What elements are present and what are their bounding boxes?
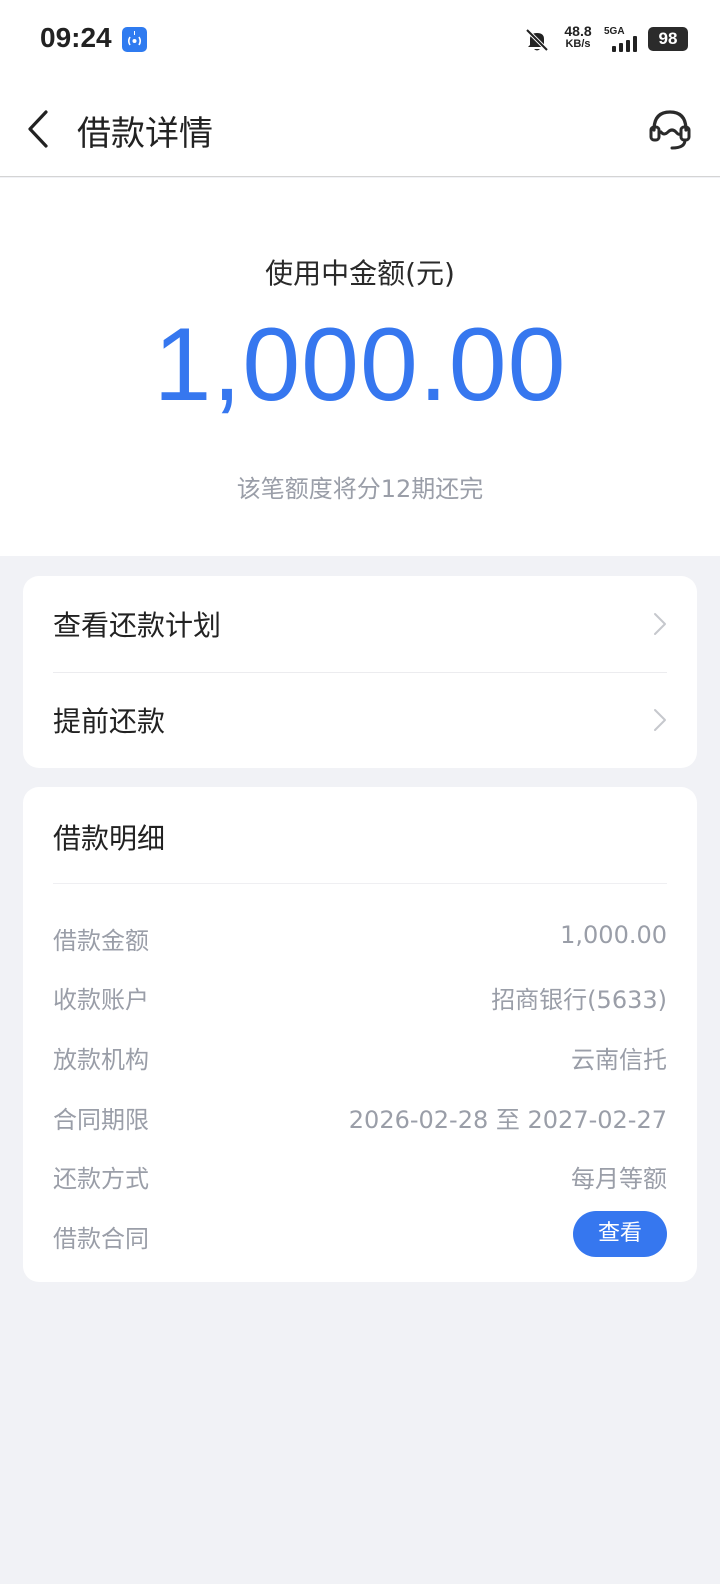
amount-value: 1,000.00 — [153, 307, 567, 423]
chevron-left-icon[interactable] — [24, 108, 52, 150]
amount-summary: 使用中金额(元) 1,000.00 该笔额度将分12期还完 — [0, 178, 720, 556]
loan-details-title: 借款明细 — [53, 822, 166, 855]
installment-note: 该笔额度将分12期还完 — [236, 475, 484, 503]
battery-indicator: 98 — [648, 27, 688, 51]
detail-row-repayment-method: 还款方式 每月等额 — [53, 1153, 667, 1193]
repayment-plan-row[interactable]: 查看还款计划 — [53, 576, 667, 672]
detail-key: 借款金额 — [53, 927, 149, 955]
divider — [53, 883, 667, 884]
network-type-label: 5GA — [604, 26, 625, 37]
amount-label: 使用中金额(元) — [265, 257, 455, 290]
headset-icon[interactable] — [648, 106, 692, 152]
detail-value: 每月等额 — [571, 1165, 667, 1193]
early-repayment-label: 提前还款 — [53, 705, 166, 738]
page-title: 借款详情 — [77, 114, 213, 154]
detail-row-contract-term: 合同期限 2026-02-28 至 2027-02-27 — [53, 1094, 667, 1134]
chevron-right-icon — [653, 612, 667, 636]
detail-key: 借款合同 — [53, 1225, 149, 1253]
view-contract-button[interactable]: 查看 — [573, 1211, 667, 1257]
detail-row-loan-contract: 借款合同 查看 — [53, 1211, 667, 1257]
detail-row-lender: 放款机构 云南信托 — [53, 1034, 667, 1074]
detail-value: 招商银行(5633) — [491, 986, 667, 1014]
status-bar: 09:24 48.8 KB/s 5GA 98 — [0, 0, 720, 80]
app-header: 借款详情 — [0, 80, 720, 177]
bell-muted-icon — [524, 27, 550, 53]
network-speed-unit: KB/s — [565, 38, 591, 50]
detail-key: 放款机构 — [53, 1046, 149, 1074]
status-time: 09:24 — [40, 22, 112, 53]
chevron-right-icon — [653, 708, 667, 732]
network-speed: 48.8 KB/s — [558, 23, 598, 51]
early-repayment-row[interactable]: 提前还款 — [53, 672, 667, 768]
battery-level: 98 — [658, 29, 678, 48]
detail-key: 还款方式 — [53, 1165, 149, 1193]
detail-value: 云南信托 — [571, 1046, 667, 1074]
action-menu-card: 查看还款计划 提前还款 — [23, 576, 697, 768]
repayment-plan-label: 查看还款计划 — [53, 609, 222, 642]
detail-row-loan-amount: 借款金额 1,000.00 — [53, 915, 667, 955]
detail-value: 1,000.00 — [560, 921, 667, 949]
detail-value: 2026-02-28 至 2027-02-27 — [348, 1106, 667, 1134]
broadcast-icon — [122, 27, 147, 52]
detail-key: 收款账户 — [53, 986, 149, 1014]
loan-details-card: 借款明细 借款金额 1,000.00 收款账户 招商银行(5633) 放款机构 … — [23, 787, 697, 1282]
detail-row-receiving-account: 收款账户 招商银行(5633) — [53, 974, 667, 1014]
network-speed-value: 48.8 — [564, 23, 592, 39]
detail-key: 合同期限 — [53, 1106, 149, 1134]
signal-strength: 5GA — [604, 26, 644, 54]
